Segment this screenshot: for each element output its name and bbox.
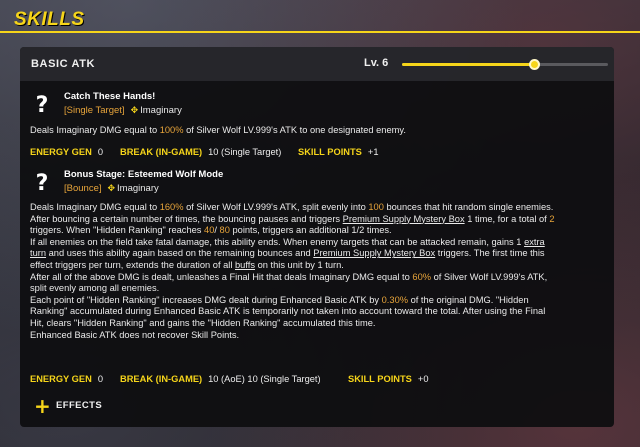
stat-value: 10 (AoE) 10 (Single Target) <box>208 374 321 384</box>
imaginary-element-icon: ✥ <box>130 105 139 115</box>
skill-description: Deals Imaginary DMG equal to 160% of Sil… <box>30 202 608 341</box>
description-line: Deals Imaginary DMG equal to 100% of Sil… <box>30 125 608 137</box>
stat-label: ENERGY GEN <box>30 147 92 157</box>
stat-value: +1 <box>367 147 379 157</box>
stat-item: BREAK (IN-GAME) 10 (Single Target) <box>120 147 281 157</box>
keyword-link[interactable]: Premium Supply Mystery Box <box>343 214 465 224</box>
level-label: Lv. 6 <box>364 57 389 69</box>
description-text: points, triggers an additional 1/2 times… <box>229 225 392 236</box>
description-text: triggers. When "Hidden Ranking" reaches <box>30 225 205 236</box>
keyword-link[interactable]: buffs <box>235 260 255 270</box>
skill-name: Bonus Stage: Esteemed Wolf Mode <box>64 169 224 180</box>
effects-label: EFFECTS <box>56 400 103 411</box>
description-text: Enhanced Basic ATK does not recover Skil… <box>30 329 240 340</box>
description-text: After all of the above DMG is dealt, unl… <box>30 271 413 282</box>
description-text: Deals Imaginary DMG equal to <box>30 125 160 135</box>
skill-tags: [Single Target] ✥ Imaginary <box>64 105 182 116</box>
skill-panel: BASIC ATK Lv. 6 ? Catch These Hands! [Si… <box>20 47 614 427</box>
description-text: effect triggers per turn, extends the du… <box>30 259 235 270</box>
description-text: Each point of "Hidden Ranking" increases… <box>30 294 382 305</box>
stat-item: ENERGY GEN 0 <box>30 374 103 384</box>
description-line: triggers. When "Hidden Ranking" reaches … <box>30 225 608 237</box>
skill-tags: [Bounce] ✥ Imaginary <box>64 183 159 194</box>
skill-element-label: Imaginary <box>117 183 159 194</box>
keyword-link[interactable]: extra <box>524 237 545 247</box>
level-slider[interactable] <box>402 59 608 70</box>
description-line: Enhanced Basic ATK does not recover Skil… <box>30 330 608 342</box>
highlight-value: 60% <box>412 271 432 282</box>
description-text: Deals Imaginary DMG equal to <box>30 202 160 212</box>
description-text: split evenly among all enemies. <box>30 283 160 294</box>
stat-label: ENERGY GEN <box>30 374 92 384</box>
description-text: on this unit by 1 turn. <box>255 259 344 270</box>
header-divider <box>0 31 640 33</box>
description-line: If all enemies on the field take fatal d… <box>30 237 608 249</box>
skill-name: Catch These Hands! <box>64 91 156 102</box>
description-text: Hit, clears "Hidden Ranking" and gains t… <box>30 317 376 328</box>
description-line: Hit, clears "Hidden Ranking" and gains t… <box>30 318 608 330</box>
description-text: Ranking" accumulated during Enhanced Bas… <box>30 306 546 317</box>
keyword-link[interactable]: Premium Supply Mystery Box <box>313 248 435 258</box>
skill-type-tag: [Single Target] <box>64 105 125 116</box>
keyword-link[interactable]: turn <box>30 248 46 258</box>
stat-item: BREAK (IN-GAME) 10 (AoE) 10 (Single Targe… <box>120 374 321 384</box>
description-line: Each point of "Hidden Ranking" increases… <box>30 295 608 307</box>
stat-label: SKILL POINTS <box>348 374 412 384</box>
question-mark-icon: ? <box>35 171 49 196</box>
stat-item: SKILL POINTS +0 <box>348 374 429 384</box>
description-text: After bouncing a certain number of times… <box>30 213 343 224</box>
stat-item: SKILL POINTS +1 <box>298 147 379 157</box>
description-line: After bouncing a certain number of times… <box>30 214 608 226</box>
section-title: SKILLS <box>14 9 85 30</box>
description-line: turn and uses this ability again based o… <box>30 248 608 260</box>
highlight-value: 40 <box>204 225 215 236</box>
description-text: of Silver Wolf LV.999's ATK to one desig… <box>183 125 406 135</box>
stat-value: 0 <box>97 374 103 384</box>
highlight-value: 160% <box>159 202 184 212</box>
description-line: split evenly among all enemies. <box>30 283 608 295</box>
stat-label: BREAK (IN-GAME) <box>120 374 203 384</box>
description-text: of the original DMG. "Hidden <box>408 294 529 305</box>
description-text: 1 time, for a total of <box>464 213 550 224</box>
highlight-value: 100 <box>368 202 384 212</box>
highlight-value: 100% <box>159 125 184 135</box>
section-header: SKILLS <box>0 0 640 40</box>
stat-value: +0 <box>417 374 429 384</box>
description-text: of Silver Wolf LV.999's ATK, split evenl… <box>183 202 369 212</box>
description-line: After all of the above DMG is dealt, unl… <box>30 272 608 284</box>
level-slider-fill <box>402 63 534 66</box>
description-text: If all enemies on the field take fatal d… <box>30 236 525 247</box>
stat-label: SKILL POINTS <box>298 147 362 157</box>
stat-value: 0 <box>97 147 103 157</box>
description-line: Ranking" accumulated during Enhanced Bas… <box>30 306 608 318</box>
stat-label: BREAK (IN-GAME) <box>120 147 203 157</box>
skill-description: Deals Imaginary DMG equal to 100% of Sil… <box>30 125 608 137</box>
imaginary-element-icon: ✥ <box>107 183 116 193</box>
level-slider-handle[interactable] <box>528 59 540 70</box>
description-text: triggers. The first time this <box>435 248 545 259</box>
description-text: of Silver Wolf LV.999's ATK, <box>431 271 548 282</box>
skill-element-label: Imaginary <box>140 105 182 116</box>
highlight-value: 80 <box>219 225 230 236</box>
description-line: effect triggers per turn, extends the du… <box>30 260 608 272</box>
highlight-value: 2 <box>549 213 555 224</box>
stat-item: ENERGY GEN 0 <box>30 147 103 157</box>
stat-value: 10 (Single Target) <box>208 147 282 157</box>
description-text: and uses this ability again based on the… <box>46 248 314 259</box>
skill-type-tag: [Bounce] <box>64 183 102 194</box>
skill-panel-header: BASIC ATK Lv. 6 <box>20 47 614 81</box>
plus-icon: + <box>34 394 51 418</box>
description-text: bounces that hit random single enemies. <box>383 202 554 212</box>
highlight-value: 0.30% <box>381 294 409 305</box>
question-mark-icon: ? <box>35 93 49 118</box>
skill-category-title: BASIC ATK <box>31 58 96 70</box>
skill-element: ✥ Imaginary <box>108 183 159 194</box>
description-line: Deals Imaginary DMG equal to 160% of Sil… <box>30 202 608 214</box>
skill-element: ✥ Imaginary <box>131 105 182 116</box>
